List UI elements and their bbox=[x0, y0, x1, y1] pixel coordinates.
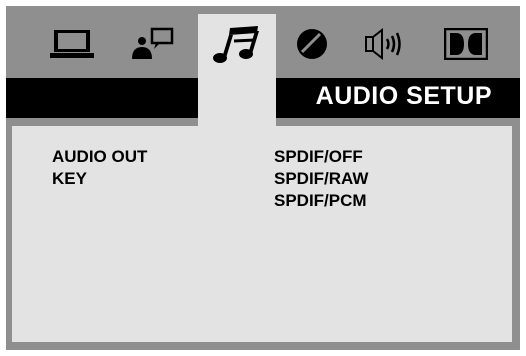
page-title: AUDIO SETUP bbox=[315, 82, 492, 110]
tab-dolby-setup[interactable] bbox=[436, 16, 496, 72]
menu-item-audio-out[interactable]: AUDIO OUT bbox=[52, 146, 147, 168]
music-note-icon bbox=[213, 26, 259, 63]
tab-bar bbox=[6, 6, 520, 134]
volume-icon bbox=[365, 27, 401, 61]
speaker-person-icon bbox=[132, 27, 174, 59]
option-spdif-off[interactable]: SPDIF/OFF bbox=[274, 146, 363, 168]
tab-general-setup[interactable] bbox=[42, 16, 102, 72]
tab-volume-setup[interactable] bbox=[356, 16, 416, 72]
option-spdif-raw[interactable]: SPDIF/RAW bbox=[274, 168, 368, 190]
menu-item-key[interactable]: KEY bbox=[52, 168, 87, 190]
tab-audio-setup[interactable] bbox=[198, 14, 276, 134]
dolby-icon bbox=[444, 28, 488, 60]
menu-panel: AUDIO OUT KEY SPDIF/OFF SPDIF/RAW SPDIF/… bbox=[12, 126, 512, 342]
tab-video-setup[interactable] bbox=[282, 16, 342, 72]
option-spdif-pcm[interactable]: SPDIF/PCM bbox=[274, 190, 367, 212]
monitor-icon bbox=[50, 30, 94, 58]
setup-menu-frame: AUDIO SETUP AUDIO OUT KEY SPDIF/OFF SPDI… bbox=[6, 6, 520, 350]
contrast-icon bbox=[297, 29, 327, 59]
tab-speaker-setup[interactable] bbox=[124, 16, 184, 72]
